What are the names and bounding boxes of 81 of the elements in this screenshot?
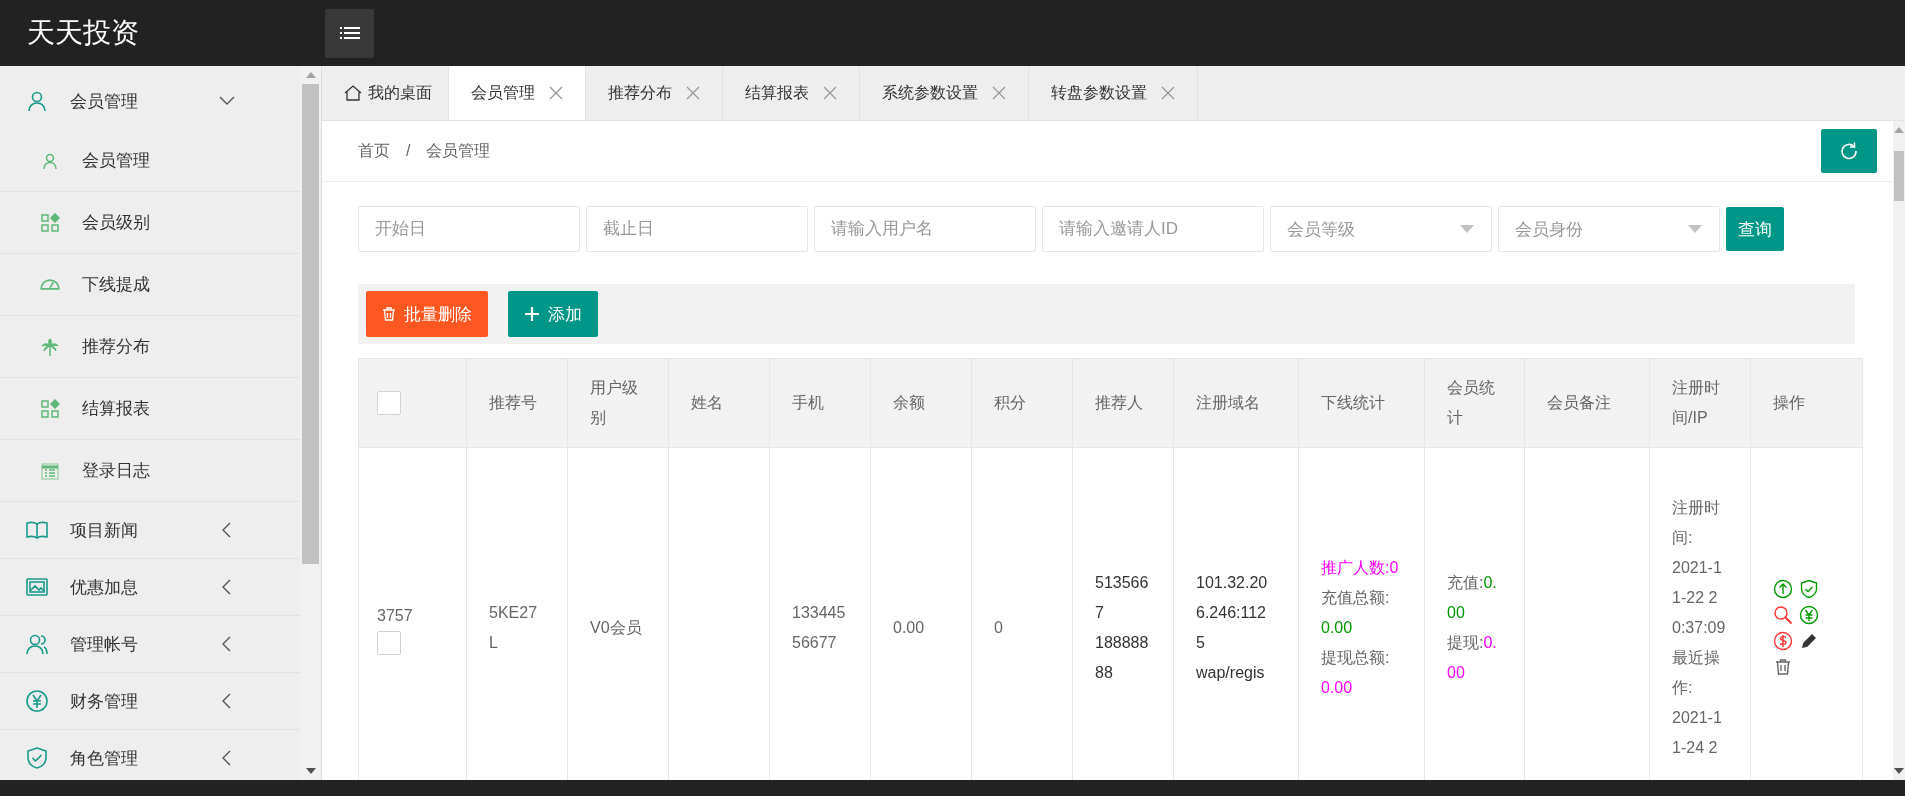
grid-icon — [40, 398, 60, 419]
stat-line: 提现:0.00 — [1447, 633, 1498, 683]
menu-button[interactable] — [325, 8, 374, 58]
logo-text: 天天投资 — [26, 16, 140, 50]
tab[interactable]: 转盘参数设置 — [1029, 66, 1198, 120]
input-field[interactable]: 请输入邀请人ID — [1042, 206, 1264, 252]
column-header: 推荐人 — [1072, 358, 1174, 448]
table-cell-text: 2021-11-22 20:37:09 — [1672, 558, 1726, 638]
close-icon[interactable] — [686, 86, 700, 100]
tab[interactable]: 推荐分布 — [586, 66, 723, 120]
close-icon[interactable] — [1161, 86, 1175, 100]
calendar-icon — [40, 460, 60, 481]
input-field[interactable]: 开始日 — [358, 206, 580, 252]
palm-tree-icon — [40, 336, 60, 357]
column-header: 手机 — [769, 358, 871, 448]
menu-icon — [339, 25, 360, 41]
column-header: 下线统计 — [1298, 358, 1425, 448]
refresh-icon — [1839, 141, 1859, 161]
column-header: 会员统计 — [1424, 358, 1525, 448]
column-header: 推荐号 — [466, 358, 568, 448]
checkbox[interactable] — [377, 631, 401, 655]
delete-icon[interactable] — [1773, 657, 1793, 677]
table-cell-text: wap/regis — [1196, 663, 1266, 683]
dropdown-caret-icon — [1459, 224, 1475, 234]
dollar-icon[interactable] — [1773, 631, 1793, 651]
stat-line: 充值:0.00 — [1447, 573, 1498, 623]
column-header: 用户级别 — [567, 358, 669, 448]
refresh-button[interactable] — [1821, 129, 1877, 173]
table-cell: 0 — [994, 619, 1003, 636]
stat-line: 提现总额: 0.00 — [1321, 648, 1391, 698]
table-cell: 3757 — [377, 607, 413, 624]
tab[interactable]: 系统参数设置 — [860, 66, 1029, 120]
table-cell-text: 18888888 — [1095, 633, 1149, 683]
checkbox[interactable] — [377, 391, 401, 415]
arrow-up-circle-icon[interactable] — [1773, 579, 1793, 599]
home-icon — [344, 84, 362, 102]
trash-icon — [382, 307, 396, 321]
column-header: 操作 — [1750, 358, 1863, 448]
add-button[interactable]: 添加 — [508, 291, 598, 337]
table-cell: 0.00 — [893, 619, 925, 636]
column-header: 积分 — [971, 358, 1073, 448]
user-icon — [25, 89, 49, 113]
column-header: 会员备注 — [1524, 358, 1650, 448]
close-icon[interactable] — [992, 86, 1006, 100]
stat-line: 充值总额: 0.00 — [1321, 588, 1391, 638]
table-cell: 13344556677 — [792, 604, 846, 651]
close-icon[interactable] — [549, 86, 563, 100]
users-icon — [25, 632, 49, 656]
column-header: 注册域名 — [1173, 358, 1299, 448]
search-button[interactable]: 查询 — [1726, 207, 1784, 251]
column-header: 注册时间/IP — [1649, 358, 1751, 448]
column-header: 余额 — [870, 358, 972, 448]
search-icon[interactable] — [1773, 605, 1793, 625]
sidebar-group[interactable]: 会员管理 — [0, 72, 300, 130]
input-field[interactable]: 截止日 — [586, 206, 808, 252]
grid-icon — [40, 212, 60, 233]
sidebar-group[interactable]: 优惠加息 — [0, 559, 300, 616]
breadcrumb-link[interactable]: 会员管理 — [426, 140, 491, 162]
dropdown-caret-icon — [1687, 224, 1703, 234]
close-icon[interactable] — [823, 86, 837, 100]
table-cell-text: 5135667 — [1095, 573, 1149, 623]
table-cell: 5KE27L — [489, 604, 538, 651]
column-header: 姓名 — [668, 358, 770, 448]
shield-icon — [25, 746, 49, 770]
image-icon — [25, 575, 49, 599]
scrollbar[interactable] — [1893, 121, 1905, 780]
breadcrumb-link[interactable]: 首页 — [358, 140, 390, 162]
yen-icon — [25, 689, 49, 713]
stat-line: 推广人数:0 — [1321, 558, 1400, 578]
breadcrumb-separator: / — [406, 142, 411, 160]
plus-icon — [524, 306, 540, 322]
table-cell-text: 2021-11-24 2 — [1672, 708, 1723, 758]
yen-icon[interactable] — [1799, 605, 1819, 625]
table-cell-text: 注册时间: — [1672, 498, 1721, 548]
tab[interactable]: 会员管理 — [449, 66, 586, 120]
table-cell-text: 最近操作: — [1672, 648, 1721, 698]
input-field[interactable]: 请输入用户名 — [814, 206, 1036, 252]
table-cell: V0会员 — [590, 619, 642, 636]
tab[interactable]: 结算报表 — [723, 66, 860, 120]
gauge-icon — [40, 278, 60, 291]
shield-check-icon[interactable] — [1799, 579, 1819, 599]
